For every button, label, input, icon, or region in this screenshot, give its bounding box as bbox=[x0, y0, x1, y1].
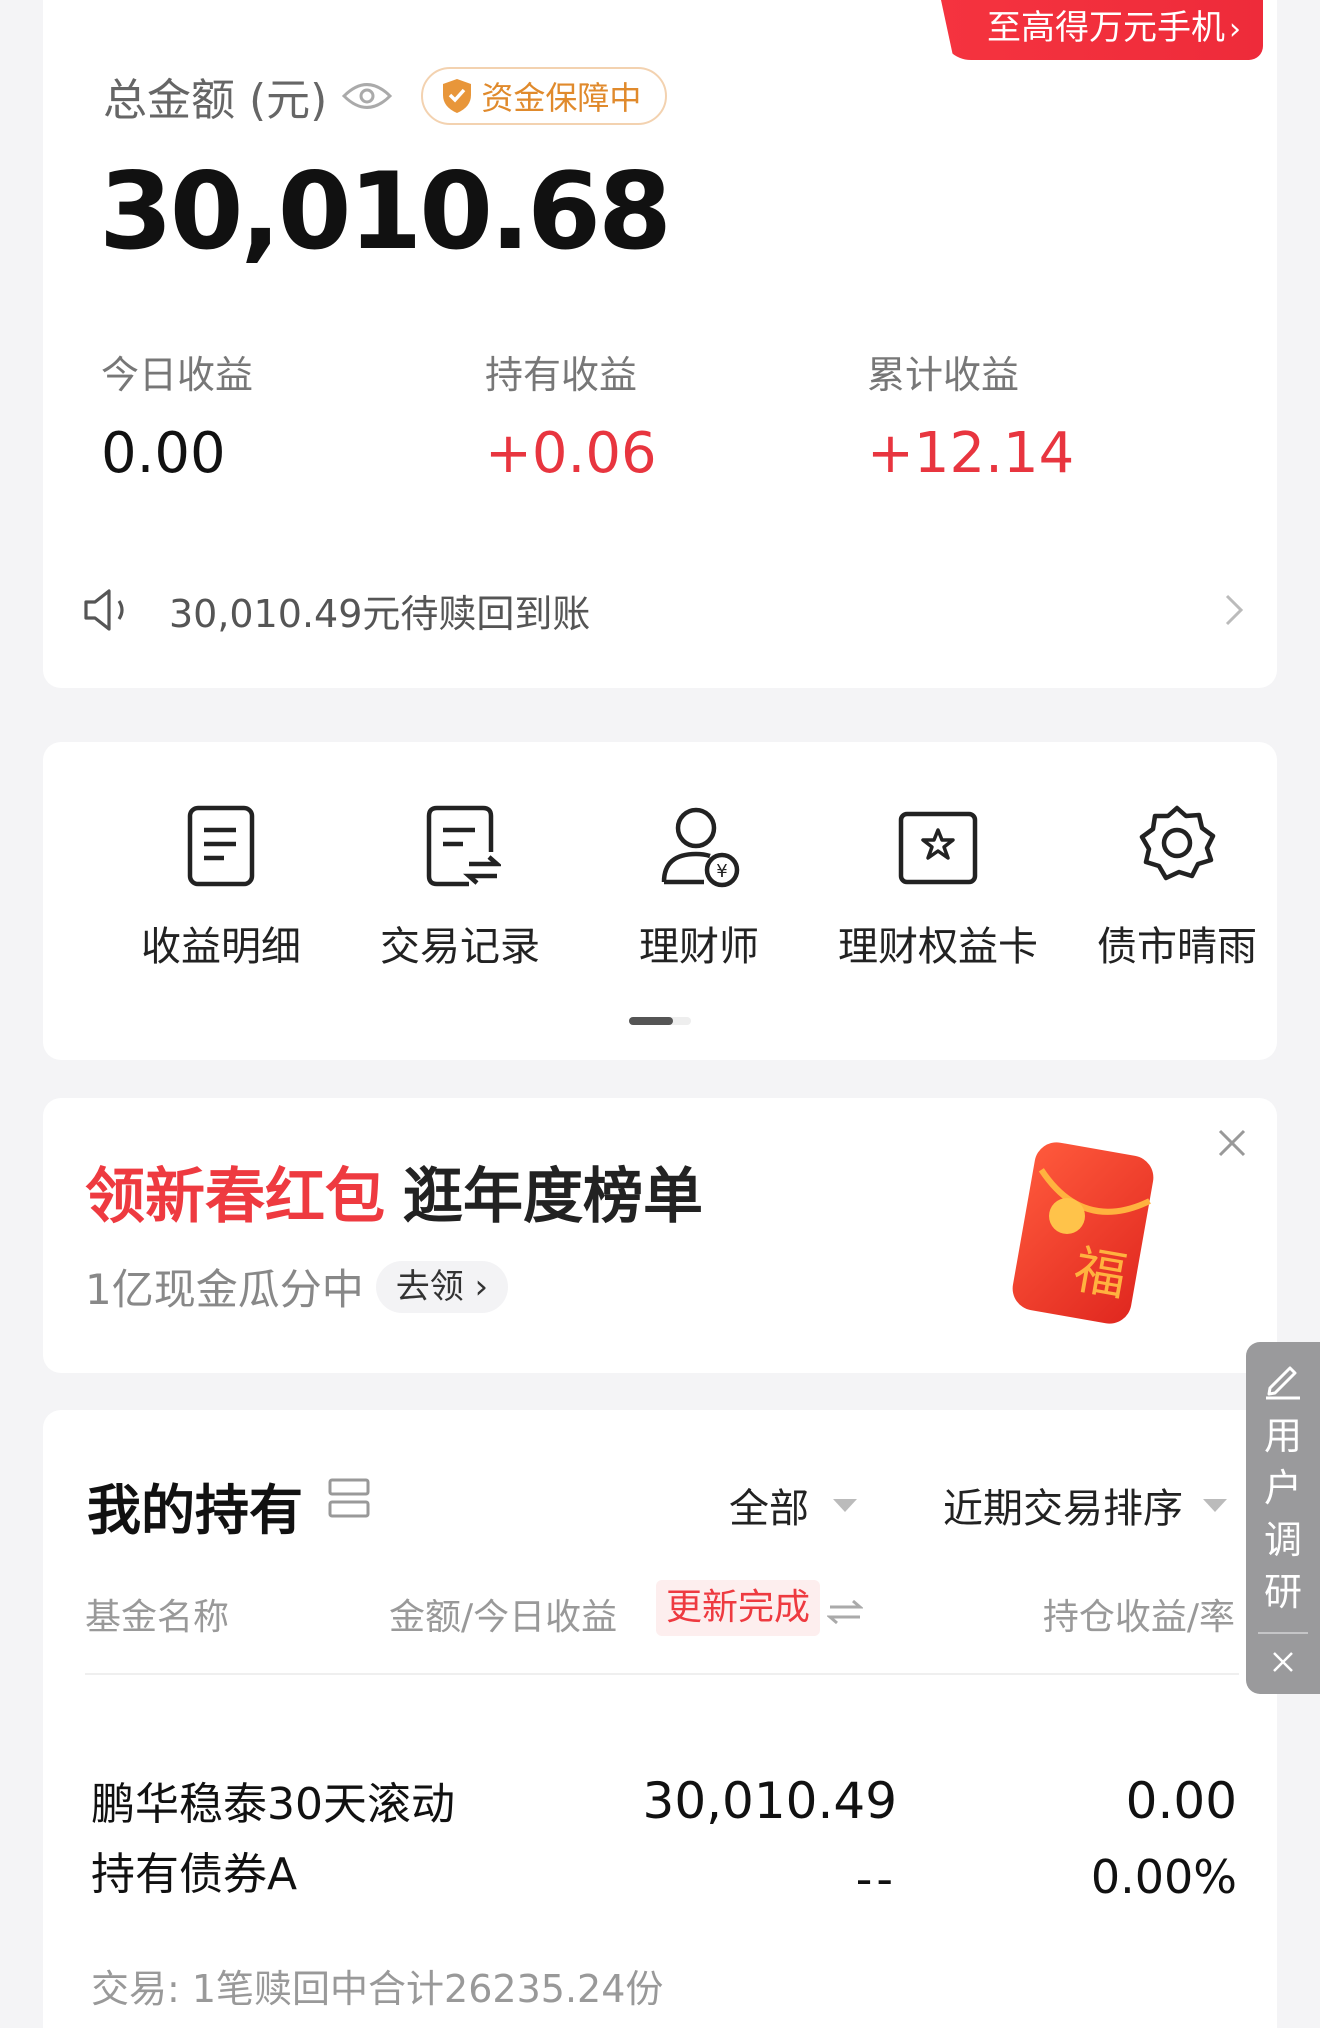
redeem-notice[interactable]: 30,010.49元待赎回到账 bbox=[83, 580, 1247, 640]
survey-char: 调 bbox=[1263, 1518, 1302, 1562]
list-view-icon[interactable] bbox=[327, 1476, 371, 1522]
page-indicator-active bbox=[629, 1017, 673, 1025]
cumulative-profit-stat[interactable]: 累计收益 +12.14 bbox=[867, 344, 1074, 486]
quick-entry-label: 交易记录 bbox=[380, 924, 540, 970]
stat-value: +12.14 bbox=[867, 421, 1075, 486]
filter-label: 全部 bbox=[729, 1486, 809, 1532]
chevron-right-icon: › bbox=[1229, 12, 1241, 47]
holdings-card: 我的持有 全部 近期交易排序 基金名称 金额/今日收益 更新完成 持仓收益/率 … bbox=[43, 1410, 1277, 2028]
claim-button[interactable]: 去领 › bbox=[375, 1260, 509, 1313]
bond-market-icon bbox=[1139, 805, 1216, 881]
page-indicator bbox=[629, 1017, 691, 1025]
fund-guarantee-badge[interactable]: 资金保障中 bbox=[421, 67, 668, 125]
trade-note[interactable]: 交易: 1笔赎回中合计26235.24份 bbox=[91, 1958, 663, 2013]
red-packet-banner[interactable]: 领新春红包 逛年度榜单 1亿现金瓜分中 去领 › 福 bbox=[43, 1098, 1277, 1373]
filter-all-dropdown[interactable]: 全部 bbox=[729, 1476, 857, 1534]
banner-title-highlight: 领新春红包 bbox=[85, 1162, 385, 1232]
survey-label: 用 户 调 研 bbox=[1246, 1410, 1320, 1618]
fund-today-profit: -- bbox=[855, 1852, 897, 1906]
eye-icon[interactable] bbox=[341, 79, 393, 113]
update-complete-badge: 更新完成 bbox=[656, 1580, 821, 1636]
user-survey-float[interactable]: 用 户 调 研 bbox=[1246, 1342, 1320, 1694]
divider bbox=[85, 1673, 1239, 1675]
shield-icon bbox=[443, 79, 472, 113]
total-amount: 30,010.68 bbox=[99, 150, 672, 273]
profit-stats: 今日收益 0.00 持有收益 +0.06 累计收益 +12.14 bbox=[101, 344, 1201, 486]
chevron-right-icon bbox=[1225, 594, 1244, 626]
total-label: 总金额 (元) bbox=[103, 75, 328, 126]
swap-icon[interactable] bbox=[827, 1598, 863, 1626]
divider bbox=[1258, 1632, 1308, 1634]
close-icon[interactable] bbox=[1271, 1650, 1295, 1674]
banner-subtitle: 1亿现金瓜分中 bbox=[85, 1265, 364, 1314]
quick-entry-benefit-card[interactable]: 理财权益卡 bbox=[828, 802, 1048, 972]
quick-entry-income-detail[interactable]: 收益明细 bbox=[111, 802, 331, 972]
promo-tag[interactable]: 至高得万元手机 › bbox=[941, 0, 1263, 60]
caret-down-icon bbox=[833, 1498, 857, 1512]
svg-text:¥: ¥ bbox=[716, 861, 727, 882]
stat-value: 0.00 bbox=[101, 421, 226, 486]
quick-entry-label: 理财权益卡 bbox=[838, 924, 1038, 970]
benefit-card-icon bbox=[898, 811, 978, 885]
survey-char: 用 bbox=[1263, 1414, 1302, 1458]
fund-holding-profit: 0.00 bbox=[1125, 1772, 1237, 1830]
banner-subtitle-row: 1亿现金瓜分中 去领 › bbox=[85, 1256, 509, 1317]
packet-char: 福 bbox=[1069, 1240, 1131, 1308]
quick-entry-advisor[interactable]: ¥ 理财师 bbox=[589, 802, 809, 972]
holdings-title: 我的持有 bbox=[87, 1479, 303, 1542]
fund-name-line: 鹏华稳泰30天滚动 bbox=[91, 1779, 455, 1830]
stat-label: 累计收益 bbox=[867, 353, 1020, 397]
transaction-record-icon bbox=[426, 805, 501, 887]
column-holding-profit[interactable]: 持仓收益/率 bbox=[1043, 1588, 1235, 1640]
fund-amount: 30,010.49 bbox=[642, 1772, 897, 1830]
red-packet-icon: 福 bbox=[1012, 1142, 1154, 1324]
fund-holding-rate: 0.00% bbox=[1090, 1850, 1237, 1904]
advisor-icon: ¥ bbox=[661, 807, 740, 888]
survey-char: 研 bbox=[1263, 1570, 1302, 1614]
total-label-row: 总金额 (元) 资金保障中 bbox=[103, 64, 668, 128]
quick-entry-label: 债市晴雨 bbox=[1097, 924, 1257, 970]
column-amount[interactable]: 金额/今日收益 bbox=[389, 1588, 617, 1640]
fund-name[interactable]: 鹏华稳泰30天滚动 持有债券A bbox=[91, 1770, 455, 1910]
quick-entry-transactions[interactable]: 交易记录 bbox=[350, 802, 570, 972]
caret-down-icon bbox=[1203, 1498, 1227, 1512]
stat-label: 持有收益 bbox=[485, 353, 638, 397]
fund-name-line: 持有债券A bbox=[91, 1849, 298, 1900]
column-fund-name: 基金名称 bbox=[85, 1597, 230, 1638]
promo-text: 至高得万元手机 bbox=[987, 8, 1225, 48]
sort-label: 近期交易排序 bbox=[943, 1486, 1183, 1532]
notice-text: 30,010.49元待赎回到账 bbox=[169, 591, 591, 636]
speaker-icon bbox=[84, 589, 124, 631]
survey-char: 户 bbox=[1263, 1466, 1302, 1510]
pen-icon bbox=[1266, 1366, 1300, 1400]
quick-entry-label: 理财师 bbox=[639, 924, 759, 970]
banner-title-rest: 逛年度榜单 bbox=[403, 1162, 703, 1232]
sort-dropdown[interactable]: 近期交易排序 bbox=[943, 1476, 1227, 1534]
quick-entry-label: 收益明细 bbox=[141, 924, 301, 970]
today-profit-stat[interactable]: 今日收益 0.00 bbox=[101, 344, 253, 486]
quick-entry-bond-market[interactable]: 债市晴雨 bbox=[1067, 802, 1287, 972]
claim-label: 去领 bbox=[395, 1266, 464, 1307]
stat-label: 今日收益 bbox=[101, 353, 254, 397]
income-detail-icon bbox=[187, 805, 255, 887]
holding-profit-stat[interactable]: 持有收益 +0.06 bbox=[485, 344, 657, 486]
close-icon[interactable] bbox=[1215, 1126, 1249, 1160]
banner-title: 领新春红包 逛年度榜单 bbox=[85, 1148, 703, 1235]
stat-value: +0.06 bbox=[485, 421, 657, 486]
quick-entries-card: 收益明细 交易记录 ¥ 理财师 理财权益卡 债市晴雨 bbox=[43, 742, 1277, 1060]
asset-summary-card: 至高得万元手机 › 总金额 (元) 资金保障中 30,010.68 今日收益 0.… bbox=[43, 0, 1277, 688]
guard-badge-text: 资金保障中 bbox=[481, 79, 642, 117]
